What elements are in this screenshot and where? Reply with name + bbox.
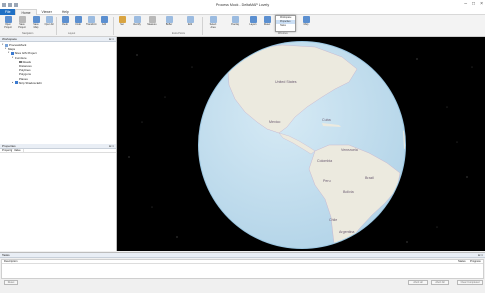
add-icon [100, 16, 108, 23]
window-title: Process Mock - DeltaMAP Lovely [215, 2, 270, 7]
project-icon [5, 43, 8, 47]
workspace-header: Workspace ⊟ × [0, 37, 116, 42]
properties-panel: Properties ⊟ × Property Value [0, 144, 116, 153]
popup-item-tasks[interactable]: Tasks [276, 24, 295, 28]
properties-title: Properties [2, 144, 16, 148]
group-label: Extra Points [172, 32, 185, 35]
pin-icon[interactable]: ⊟ × [109, 37, 114, 42]
ribbon-separator [202, 17, 203, 35]
column-header[interactable]: Progress [470, 260, 481, 264]
tasks-columns: Description Status Progress [2, 260, 483, 264]
map-label: Peru [323, 179, 331, 183]
ribbon-separator [56, 17, 57, 35]
transform-icon [87, 16, 95, 23]
add-button[interactable]: Add [99, 16, 109, 27]
pin-icon[interactable]: ⊟ × [478, 253, 483, 258]
ribbon-separator [113, 17, 114, 35]
redo-icon [61, 16, 69, 23]
abort-all-button[interactable]: Abort All [431, 280, 449, 285]
column-header[interactable]: Property [0, 149, 12, 152]
identify-button[interactable]: Identify [132, 16, 142, 27]
edit-icon [186, 16, 194, 23]
map-label: Bolivia [343, 190, 354, 194]
save-project-button[interactable]: Save Project [17, 16, 27, 29]
folder-icon [4, 16, 12, 23]
redo-button[interactable]: Redo [60, 16, 70, 27]
tree-node[interactable]: ▸ Strip Shadow Edit [2, 81, 114, 85]
open-all-button[interactable]: Open All [44, 16, 54, 27]
layers-button[interactable]: Layers [248, 16, 258, 27]
reset-button[interactable]: Reset [4, 280, 18, 285]
maximize-icon[interactable]: □ [472, 1, 475, 7]
windows-dropdown: Workspace Properties Tasks [275, 15, 296, 32]
checkbox[interactable] [19, 60, 22, 64]
group-label: Layout [68, 32, 76, 35]
group-label: Windows [278, 32, 288, 35]
greenland [365, 42, 397, 63]
close-icon[interactable]: × [480, 1, 483, 7]
workspace-title: Workspace [2, 37, 17, 41]
map-label: Brazil [365, 176, 374, 180]
map-label: United States [275, 80, 297, 84]
map-viewport[interactable]: United States Mexico Cuba Venezuela Colo… [117, 37, 485, 251]
tasks-panel: Tasks ⊟ × Description Status Progress Re… [0, 252, 485, 293]
tasks-list: Description Status Progress [1, 259, 484, 279]
tasks-title: Tasks [2, 253, 10, 257]
layers-icon [249, 16, 257, 23]
map-label: Cuba [322, 118, 331, 122]
workspace-tree: ▾ ProcessMock ▾ Maps ▾ Sites GIS Project ▾ F… [0, 42, 116, 86]
select-area-icon [209, 16, 217, 23]
measure-button[interactable]: Measure [147, 16, 157, 27]
buffer-button[interactable]: Buffer [164, 16, 174, 27]
ruler-icon [148, 16, 156, 23]
disk-icon [18, 16, 26, 23]
properties-header: Properties ⊟ × [0, 144, 116, 149]
properties-columns: Property Value [0, 149, 116, 153]
map-label: Chile [329, 218, 337, 222]
map-button[interactable]: Map [301, 16, 311, 27]
overlay-button[interactable]: Overlay [230, 16, 240, 27]
tasks-header: Tasks ⊟ × [0, 253, 485, 258]
left-panel: Workspace ⊟ × ▾ ProcessMock ▾ Maps ▾ Sites … [0, 37, 117, 251]
undo-icon [74, 16, 82, 23]
minimize-icon[interactable]: – [464, 1, 467, 7]
overlay-icon [231, 16, 239, 23]
transform-button[interactable]: Transform [86, 16, 97, 27]
reset-button[interactable]: Reset [262, 16, 272, 27]
map-label: Colombia [317, 159, 332, 163]
window-controls: – □ × [464, 1, 483, 7]
abort-button[interactable]: Abort all [408, 280, 428, 285]
stack-icon [45, 16, 53, 23]
column-header[interactable]: Status [458, 260, 466, 264]
buffer-icon [165, 16, 173, 23]
globe-view[interactable]: United States Mexico Cuba Venezuela Colo… [117, 37, 485, 251]
map-layout-icon [302, 16, 310, 23]
select-area-button[interactable]: Select Area [208, 16, 218, 29]
map-label: Venezuela [341, 148, 358, 152]
title-bar: Process Mock - DeltaMAP Lovely – □ × [0, 0, 485, 9]
map-label: Argentina [339, 230, 354, 234]
edit-button[interactable]: Edit [185, 16, 195, 27]
map-label: Mexico [269, 120, 280, 124]
open-project-button[interactable]: Open Project [3, 16, 13, 29]
identify-icon [133, 16, 141, 23]
reset-icon [263, 16, 271, 23]
column-header[interactable]: Value [12, 149, 24, 152]
column-header[interactable]: Description [4, 260, 17, 264]
group-label: Navigation [22, 32, 34, 35]
save-map-button[interactable]: Save Map [31, 16, 41, 29]
ribbon: Open Project Save Project Save Map Open … [0, 15, 485, 37]
checkbox[interactable] [11, 52, 14, 55]
clear-completed-button[interactable]: Clear Completed [457, 280, 483, 285]
pin-icon[interactable]: ⊟ × [109, 144, 114, 149]
set-button[interactable]: Set [117, 16, 127, 27]
star-icon [118, 16, 126, 23]
checkbox[interactable] [15, 81, 18, 85]
map-icon [32, 16, 40, 23]
undo-button[interactable]: Undo [73, 16, 83, 27]
